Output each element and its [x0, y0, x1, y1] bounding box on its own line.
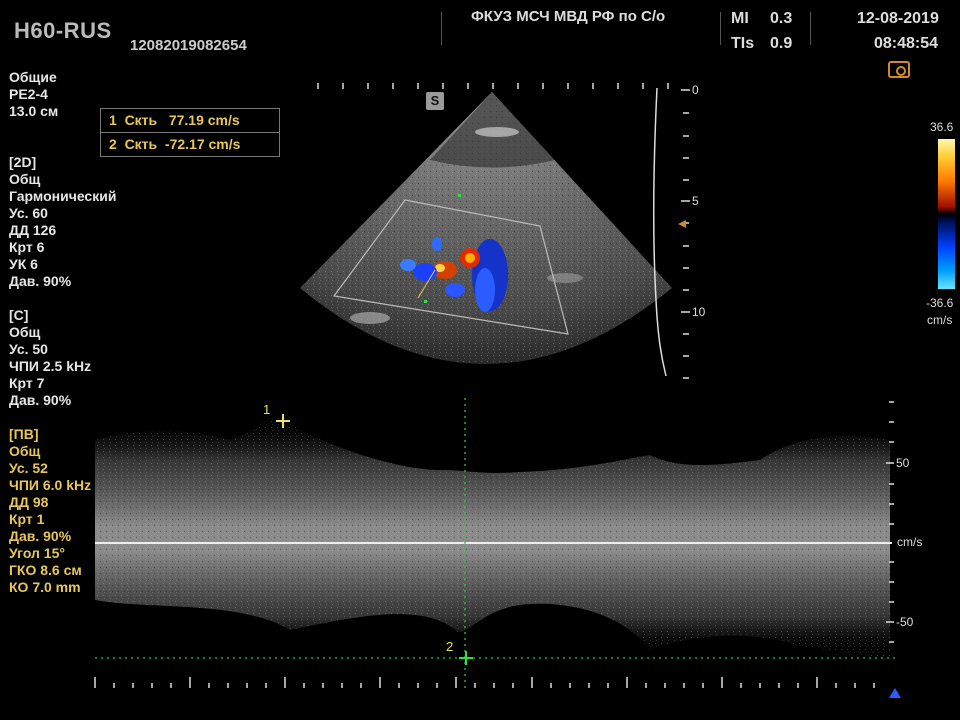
color-scale-min: -36.6	[926, 296, 954, 310]
sweep-marker	[889, 688, 901, 698]
orientation-marker: S	[426, 92, 444, 110]
doppler-spectrum	[95, 417, 890, 660]
depth-label: 5	[692, 194, 699, 208]
caliper-1-label: 1	[263, 402, 271, 417]
depth-label: 0	[692, 83, 699, 97]
velocity-label-top: 50	[896, 456, 910, 470]
time-scale	[94, 677, 875, 688]
velocity-unit: cm/s	[897, 535, 923, 549]
velocity-label-bottom: -50	[896, 615, 914, 629]
color-scale-bar	[938, 139, 955, 289]
depth-scale	[681, 89, 690, 379]
tgc-curve	[653, 87, 667, 377]
ultrasound-image	[94, 83, 901, 698]
depth-label: 10	[692, 305, 706, 319]
lateral-scale	[317, 83, 669, 89]
camera-icon[interactable]	[888, 61, 910, 78]
caliper-2[interactable]	[459, 651, 473, 665]
color-scale-max: 36.6	[930, 120, 954, 134]
color-scale-unit: cm/s	[927, 313, 953, 327]
caliper-2-label: 2	[446, 639, 454, 654]
focus-marker	[678, 220, 686, 228]
